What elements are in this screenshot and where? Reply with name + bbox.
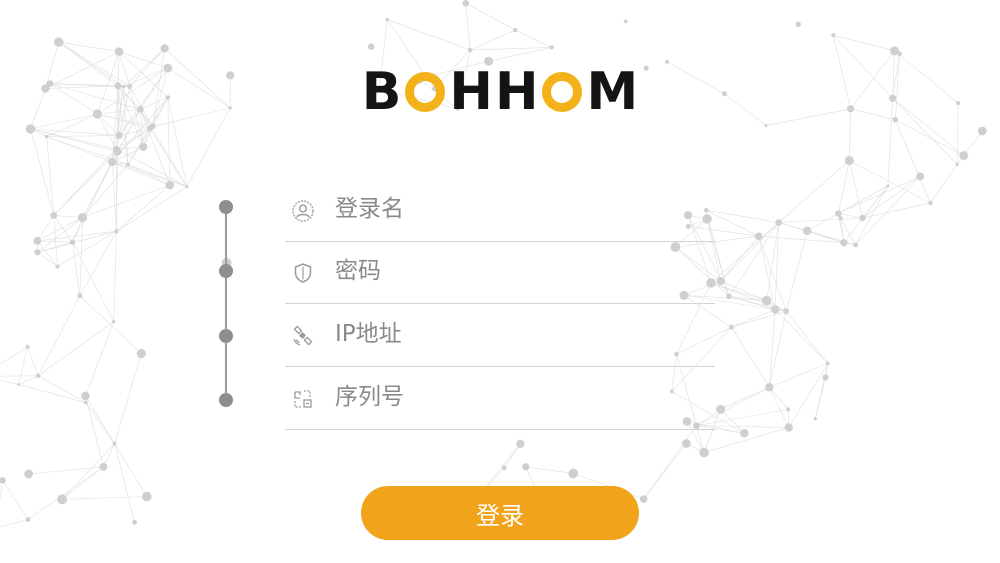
logo-letter-h: H xyxy=(449,62,493,122)
timeline-dot xyxy=(219,200,233,214)
password-field xyxy=(285,242,715,304)
serial-number-input[interactable] xyxy=(335,380,715,414)
ip-address-field xyxy=(285,305,715,367)
step-timeline xyxy=(219,200,233,407)
serial-number-field xyxy=(285,368,715,430)
brand-logo: B H H M xyxy=(358,64,642,120)
username-field xyxy=(285,180,715,242)
username-input[interactable] xyxy=(335,192,715,226)
logo-letter-m: M xyxy=(586,62,639,122)
satellite-icon xyxy=(291,324,315,348)
user-icon xyxy=(291,199,315,223)
timeline-dot xyxy=(219,264,233,278)
serial-icon xyxy=(291,387,315,411)
timeline-line xyxy=(225,207,227,399)
logo-letter-o-ring xyxy=(542,72,583,112)
ip-address-input[interactable] xyxy=(335,317,715,351)
timeline-dot xyxy=(219,329,233,343)
logo-letter-h: H xyxy=(494,62,539,122)
password-input[interactable] xyxy=(335,254,715,288)
timeline-dot xyxy=(219,393,233,407)
login-button[interactable]: 登录 xyxy=(361,486,639,540)
logo-letter-b: B xyxy=(361,62,402,122)
logo-letter-o-ring xyxy=(405,72,446,112)
shield-icon xyxy=(291,261,315,285)
